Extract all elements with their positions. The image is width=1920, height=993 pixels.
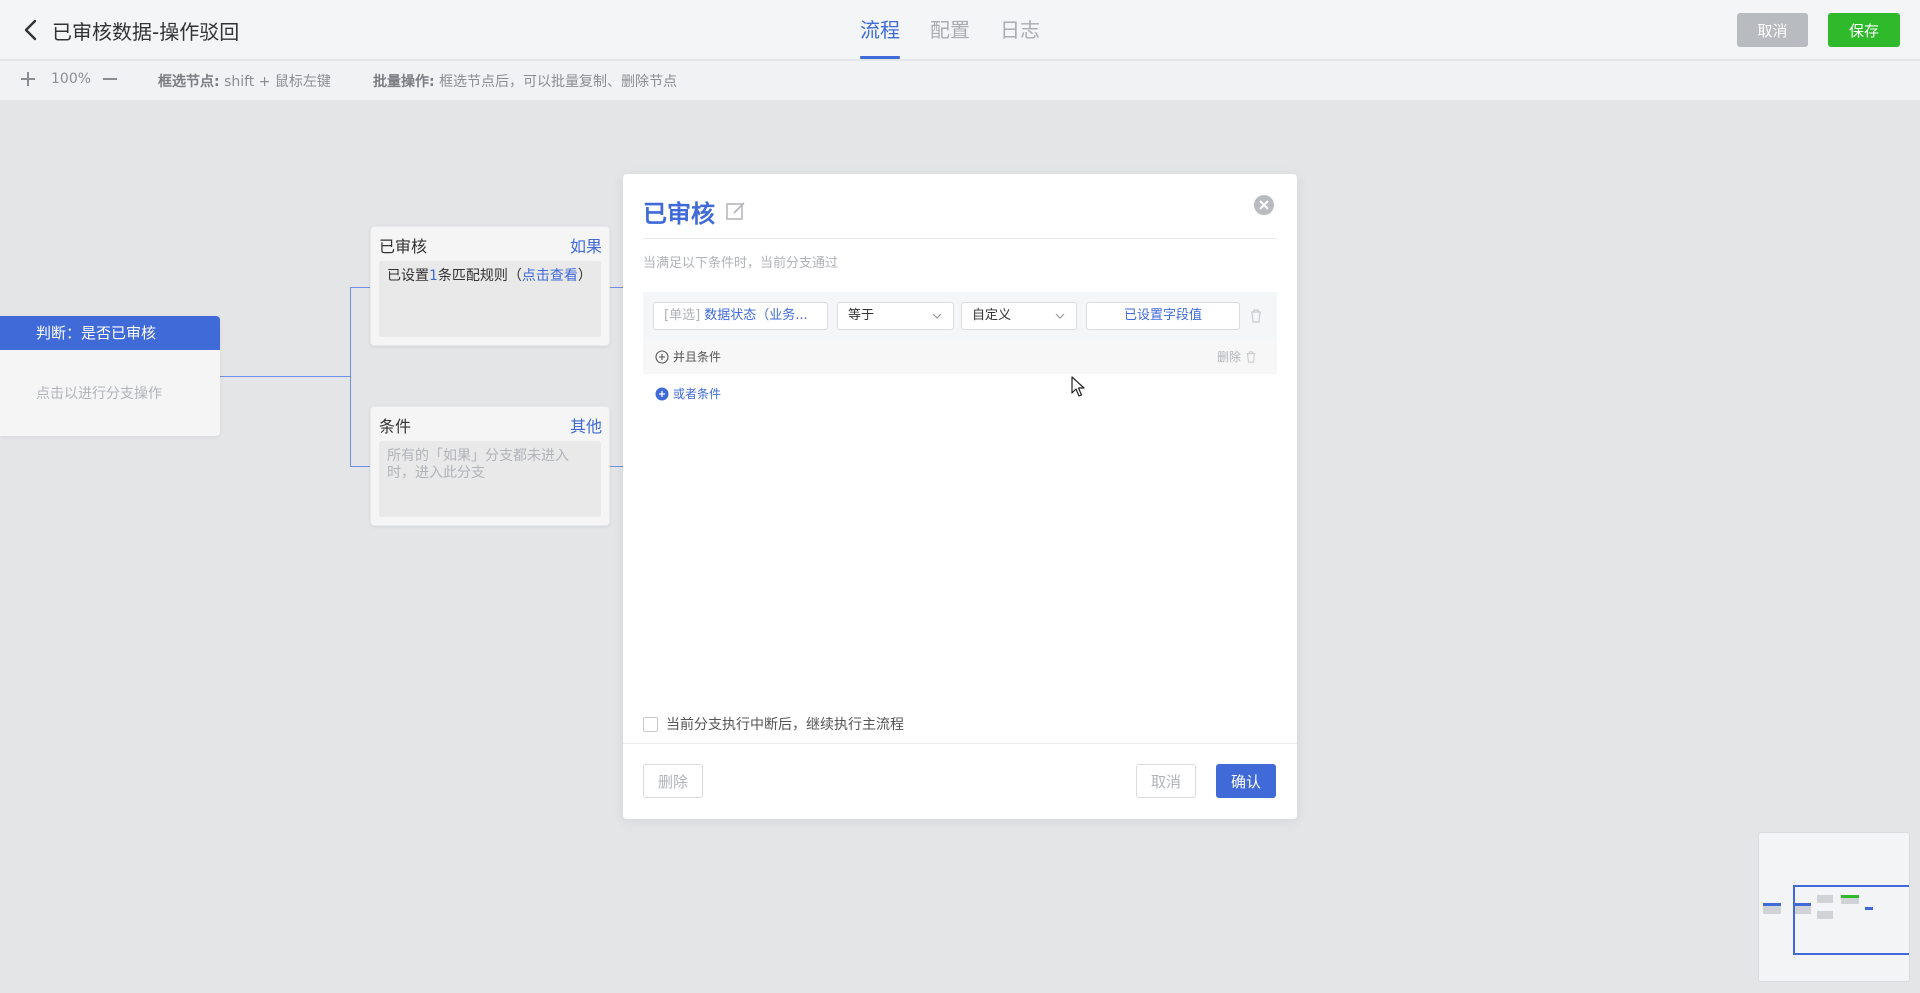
- condition-group: [单选] 数据状态（业务... 等于 自定义 已设置字段值 并且条件 删除: [643, 292, 1277, 374]
- hint2-text: 框选节点后，可以批量复制、删除节点: [439, 74, 678, 90]
- connector-line: [220, 376, 350, 377]
- hint1-text: shift + 鼠标左键: [224, 74, 331, 90]
- branch-title: 已审核: [379, 237, 428, 256]
- connector-line: [350, 287, 370, 288]
- rule-count: 1: [429, 268, 438, 284]
- branch-title: 条件: [379, 417, 412, 436]
- continue-flow-label: 当前分支执行中断后，继续执行主流程: [666, 717, 904, 733]
- operator-select[interactable]: 等于: [837, 302, 954, 330]
- delete-condition-group-button[interactable]: 删除: [1217, 348, 1257, 365]
- zoom-out-icon[interactable]: [100, 69, 120, 89]
- zoom-in-icon[interactable]: [18, 69, 38, 89]
- operator-value: 等于: [848, 308, 875, 323]
- rule-mid: 条匹配规则（: [437, 268, 522, 284]
- zoom-level: 100%: [51, 71, 92, 87]
- divider: [623, 743, 1297, 744]
- field-value-button[interactable]: 已设置字段值: [1086, 302, 1240, 330]
- tab-bar: 流程 配置 日志: [860, 0, 1040, 60]
- batch-operation-hint: 批量操作: 框选节点后，可以批量复制、删除节点: [373, 71, 677, 91]
- delete-branch-button[interactable]: 删除: [643, 764, 703, 798]
- edit-icon[interactable]: [725, 200, 747, 222]
- mouse-cursor-icon: [1071, 376, 1085, 397]
- branch-rule-summary: 已设置1条匹配规则（点击查看）: [379, 261, 601, 337]
- header-cancel-button[interactable]: 取消: [1737, 13, 1808, 47]
- branch-tag-else: 其他: [569, 417, 602, 436]
- dialog-title: 已审核: [643, 200, 715, 228]
- judge-node[interactable]: 判断：是否已审核 点击以进行分支操作: [0, 316, 220, 436]
- continue-flow-checkbox[interactable]: [643, 716, 658, 732]
- back-arrow-icon[interactable]: [20, 17, 42, 43]
- and-condition-label: 并且条件: [673, 350, 722, 364]
- plus-circle-icon: [655, 349, 669, 364]
- tab-flow[interactable]: 流程: [860, 0, 900, 60]
- value-type-value: 自定义: [972, 308, 1012, 323]
- continue-flow-option: 当前分支执行中断后，继续执行主流程: [643, 714, 904, 734]
- connector-line: [350, 466, 370, 467]
- close-icon[interactable]: [1253, 194, 1275, 216]
- trash-icon: [1246, 350, 1256, 363]
- rule-suffix: ）: [577, 268, 592, 284]
- trash-icon[interactable]: [1249, 308, 1263, 324]
- dialog-subtitle: 当满足以下条件时，当前分支通过: [643, 256, 839, 271]
- condition-row: [单选] 数据状态（业务... 等于 自定义 已设置字段值: [643, 292, 1277, 340]
- view-rules-link[interactable]: 点击查看: [522, 268, 578, 284]
- field-type-tag: [单选]: [664, 308, 701, 323]
- tab-log[interactable]: 日志: [1000, 0, 1040, 60]
- branch-config-dialog: 已审核 当满足以下条件时，当前分支通过 [单选] 数据状态（业务... 等于 自…: [623, 174, 1297, 819]
- hint2-label: 批量操作:: [373, 74, 435, 90]
- chevron-down-icon: [932, 313, 942, 319]
- minimap-viewport[interactable]: [1793, 885, 1909, 955]
- page-title: 已审核数据-操作驳回: [52, 20, 240, 44]
- connector-line: [350, 287, 351, 467]
- save-button[interactable]: 保存: [1828, 13, 1900, 47]
- cancel-button[interactable]: 取消: [1136, 764, 1196, 798]
- canvas-toolbar: 100% 框选节点: shift + 鼠标左键 批量操作: 框选节点后，可以批量…: [0, 61, 1920, 100]
- or-condition-label: 或者条件: [673, 387, 722, 401]
- confirm-button[interactable]: 确认: [1216, 764, 1276, 798]
- tab-config[interactable]: 配置: [930, 0, 970, 60]
- branch-else-desc: 所有的「如果」分支都未进入时，进入此分支: [379, 441, 601, 517]
- judge-node-title: 判断：是否已审核: [0, 316, 220, 350]
- minimap[interactable]: [1758, 832, 1910, 982]
- condition-field-select[interactable]: [单选] 数据状态（业务...: [653, 302, 828, 330]
- field-name: 数据状态（业务...: [704, 308, 808, 323]
- hint1-label: 框选节点:: [158, 74, 220, 90]
- plus-circle-icon: [655, 387, 669, 400]
- branch-node-else[interactable]: 条件 其他 所有的「如果」分支都未进入时，进入此分支: [370, 406, 610, 526]
- minimap-node: [1763, 906, 1781, 914]
- add-or-condition-button[interactable]: 或者条件: [655, 385, 721, 402]
- connector-line: [610, 466, 623, 467]
- connector-line: [610, 287, 623, 288]
- branch-tag-if: 如果: [569, 237, 602, 256]
- top-header: 已审核数据-操作驳回 流程 配置 日志 取消 保存: [0, 0, 1920, 60]
- rule-prefix: 已设置: [387, 268, 429, 284]
- select-nodes-hint: 框选节点: shift + 鼠标左键: [158, 71, 331, 91]
- chevron-down-icon: [1055, 313, 1065, 319]
- divider: [643, 238, 1277, 239]
- add-and-condition-button[interactable]: 并且条件: [655, 348, 721, 365]
- value-type-select[interactable]: 自定义: [961, 302, 1077, 330]
- delete-label: 删除: [1217, 350, 1242, 364]
- branch-node-approved[interactable]: 已审核 如果 已设置1条匹配规则（点击查看）: [370, 226, 610, 346]
- judge-node-hint: 点击以进行分支操作: [36, 386, 162, 402]
